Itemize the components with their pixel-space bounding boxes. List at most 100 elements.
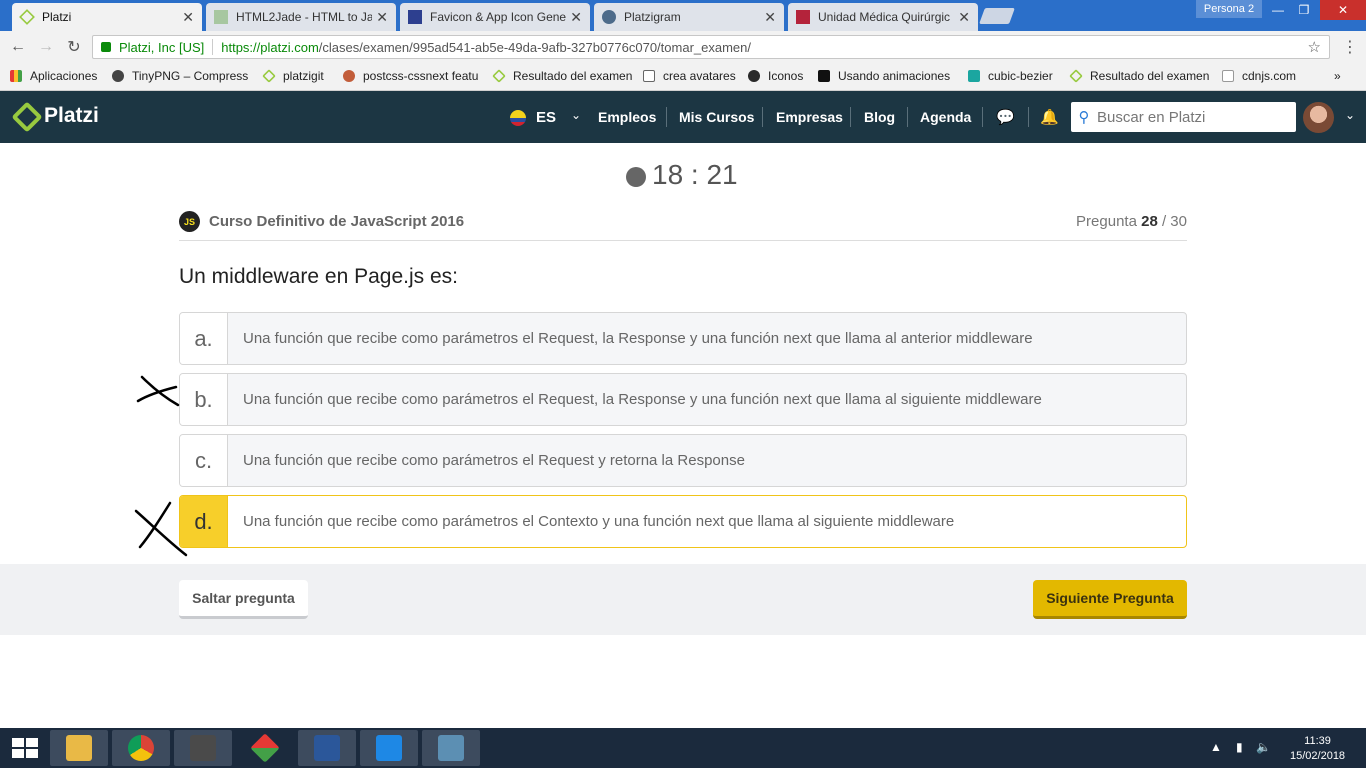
close-tab-icon[interactable]: ✕: [182, 9, 194, 26]
nav-separator: [907, 107, 908, 127]
chrome-icon: [128, 735, 154, 761]
taskbar-sublime[interactable]: [174, 730, 232, 766]
answer-option-a[interactable]: a. Una función que recibe como parámetro…: [179, 312, 1187, 365]
tab-platzigram[interactable]: Platzigram ✕: [594, 3, 784, 31]
language-selector[interactable]: ES: [536, 109, 556, 126]
bookmark-label: platzigit: [283, 69, 324, 83]
option-text: Una función que recibe como parámetros e…: [243, 391, 1042, 408]
bookmark-label: crea avatares: [663, 69, 736, 83]
nav-separator: [666, 107, 667, 127]
omnibox-separator: [212, 39, 214, 55]
taskbar-app-colorful[interactable]: [236, 730, 294, 766]
bookmark-star-icon[interactable]: ☆: [1308, 38, 1321, 56]
bookmark-label: Iconos: [768, 69, 804, 83]
nav-mis-cursos[interactable]: Mis Cursos: [679, 109, 754, 125]
back-icon[interactable]: ←: [8, 37, 28, 57]
search-icon: ⚲: [1078, 109, 1090, 126]
minimize-icon[interactable]: —: [1264, 0, 1292, 20]
bookmark-label: TinyPNG – Compress: [132, 69, 249, 83]
answer-option-b[interactable]: b. Una función que recibe como parámetro…: [179, 373, 1187, 426]
new-tab-button[interactable]: [979, 8, 1015, 24]
tab-platzi[interactable]: Platzi ✕: [12, 3, 202, 31]
tab-html2jade[interactable]: HTML2Jade - HTML to Ja ✕: [206, 3, 396, 31]
battery-icon[interactable]: ▮: [1236, 740, 1243, 754]
bookmark-cubic-bezier[interactable]: cubic-bezier: [968, 69, 1053, 83]
bookmark-label: postcss-cssnext featu: [363, 69, 479, 83]
browser-tab-strip: Platzi ✕ HTML2Jade - HTML to Ja ✕ Favico…: [0, 0, 1366, 31]
animaciones-icon: [818, 70, 830, 82]
course-name: Curso Definitivo de JavaScript 2016: [209, 213, 465, 230]
reload-icon[interactable]: ↻: [64, 37, 84, 57]
system-clock[interactable]: 11:39 15/02/2018: [1290, 734, 1345, 764]
taskbar-chrome[interactable]: [112, 730, 170, 766]
bookmark-postcss[interactable]: postcss-cssnext featu: [343, 69, 478, 83]
taskbar-word[interactable]: [298, 730, 356, 766]
chevron-down-icon[interactable]: ⌄: [1345, 108, 1355, 122]
nav-agenda[interactable]: Agenda: [920, 109, 971, 125]
profile-button[interactable]: Persona 2: [1196, 0, 1262, 18]
bookmark-animaciones[interactable]: Usando animaciones: [818, 69, 950, 83]
taskbar-file-explorer[interactable]: [50, 730, 108, 766]
browser-menu-icon[interactable]: ⋮: [1342, 37, 1358, 57]
cdnjs-icon: [1222, 70, 1234, 82]
colorful-diamond-icon: [250, 733, 280, 763]
question-text: Un middleware en Page.js es:: [179, 265, 458, 288]
answer-option-d[interactable]: d. Una función que recibe como parámetro…: [179, 495, 1187, 548]
nav-separator: [1028, 107, 1029, 127]
secure-label: Platzi, Inc [US]: [119, 39, 205, 55]
chevron-down-icon[interactable]: ⌄: [571, 108, 581, 122]
question-progress: Pregunta 28 / 30: [1076, 213, 1187, 230]
maximize-icon[interactable]: ❐: [1290, 0, 1318, 20]
window-close-icon[interactable]: ✕: [1320, 0, 1366, 20]
tab-unidad-medica[interactable]: Unidad Médica Quirúrgic ✕: [788, 3, 978, 31]
bookmark-resultado-1[interactable]: Resultado del examen: [492, 69, 632, 83]
platzi-icon: [492, 69, 506, 83]
volume-icon[interactable]: 🔈: [1256, 740, 1271, 754]
bookmark-apps[interactable]: Aplicaciones: [10, 69, 97, 83]
option-letter: a.: [180, 313, 228, 364]
bookmark-platzigit[interactable]: platzigit: [262, 69, 324, 83]
bookmarks-overflow-button[interactable]: »: [1334, 69, 1341, 83]
url-host: https://platzi.com: [221, 39, 319, 55]
bookmark-iconos[interactable]: Iconos: [748, 69, 803, 83]
exam-panel: 18 : 21 JS Curso Definitivo de JavaScrip…: [0, 143, 1366, 564]
bookmark-cdnjs[interactable]: cdnjs.com: [1222, 69, 1296, 83]
messages-icon[interactable]: 💬: [996, 108, 1015, 126]
browser-toolbar: ← → ↻ Platzi, Inc [US] https://platzi.co…: [0, 31, 1366, 63]
nav-empleos[interactable]: Empleos: [598, 109, 656, 125]
taskbar-photos[interactable]: [422, 730, 480, 766]
address-bar[interactable]: Platzi, Inc [US] https://platzi.com /cla…: [92, 35, 1330, 59]
skip-question-button[interactable]: Saltar pregunta: [179, 580, 308, 619]
close-tab-icon[interactable]: ✕: [570, 9, 582, 26]
answer-option-c[interactable]: c. Una función que recibe como parámetro…: [179, 434, 1187, 487]
avatar[interactable]: [1303, 102, 1334, 133]
tab-favicon-generator[interactable]: Favicon & App Icon Gene ✕: [400, 3, 590, 31]
bookmark-label: cubic-bezier: [988, 69, 1053, 83]
tray-chevron-up-icon[interactable]: ▲: [1210, 740, 1222, 754]
stopwatch-icon: [626, 167, 646, 187]
windows-start-icon[interactable]: [12, 738, 38, 758]
taskbar-weather[interactable]: [360, 730, 418, 766]
platzi-logo-icon[interactable]: [11, 101, 43, 133]
bookmark-label: Usando animaciones: [838, 69, 951, 83]
tab-title: Unidad Médica Quirúrgic: [818, 10, 951, 24]
close-tab-icon[interactable]: ✕: [376, 9, 388, 26]
close-tab-icon[interactable]: ✕: [958, 9, 970, 26]
bookmark-crea-avatares[interactable]: crea avatares: [643, 69, 736, 83]
colombia-flag-icon[interactable]: [510, 110, 526, 126]
notifications-icon[interactable]: 🔔: [1040, 108, 1059, 126]
platzi-logo-text[interactable]: Platzi: [44, 104, 99, 128]
bookmark-resultado-2[interactable]: Resultado del examen: [1069, 69, 1210, 83]
bookmark-tinypng[interactable]: TinyPNG – Compress: [112, 69, 248, 83]
option-text: Una función que recibe como parámetros e…: [243, 513, 955, 530]
forward-icon[interactable]: →: [36, 37, 56, 57]
close-tab-icon[interactable]: ✕: [764, 9, 776, 26]
header-divider: [179, 240, 1187, 241]
search-input[interactable]: ⚲ Buscar en Platzi: [1071, 102, 1296, 132]
iconos-icon: [748, 70, 760, 82]
unidad-medica-favicon-icon: [796, 10, 810, 24]
bookmark-label: Resultado del examen: [1090, 69, 1210, 83]
nav-empresas[interactable]: Empresas: [776, 109, 843, 125]
nav-blog[interactable]: Blog: [864, 109, 895, 125]
next-question-button[interactable]: Siguiente Pregunta: [1033, 580, 1187, 619]
